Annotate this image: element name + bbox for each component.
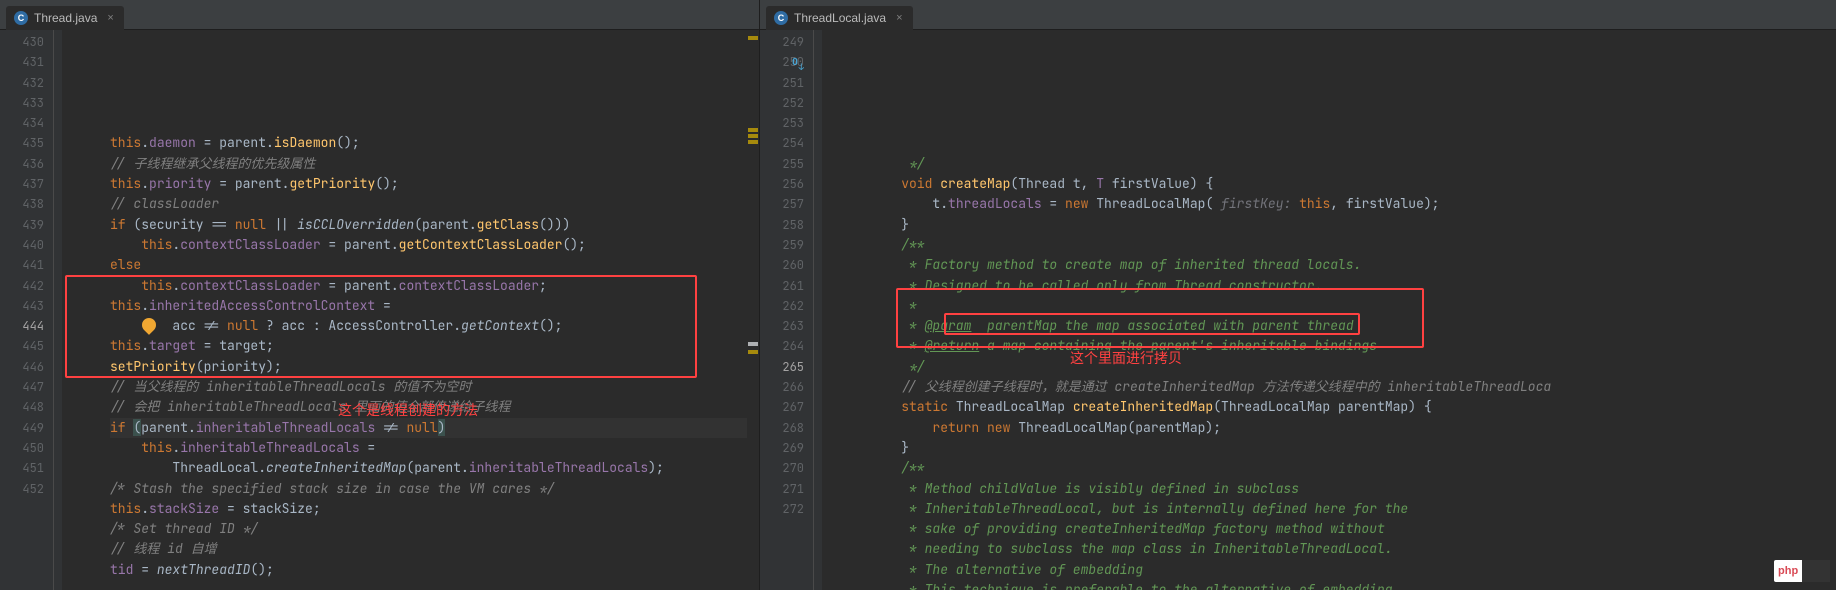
code-line[interactable]: /** (870, 458, 1836, 478)
code-line[interactable]: // 线程 id 自增 (110, 539, 759, 559)
close-icon[interactable]: × (107, 12, 113, 24)
code-line[interactable]: // 父线程创建子线程时，就是通过 createInheritedMap 方法传… (870, 377, 1836, 397)
code-line[interactable]: */ (870, 154, 1836, 174)
code-line[interactable]: else (110, 255, 759, 275)
tab-bar-left: C Thread.java × (0, 0, 759, 30)
editor-pane-right: C ThreadLocal.java × 2492502512522532542… (760, 0, 1836, 590)
editor-right[interactable]: 2492502512522532542552562572582592602612… (760, 30, 1836, 590)
fold-guide (53, 30, 54, 590)
java-class-icon: C (14, 11, 28, 25)
close-icon[interactable]: × (896, 12, 902, 24)
tab-thread-java[interactable]: C Thread.java × (6, 6, 124, 30)
gutter-right: 2492502512522532542552562572582592602612… (760, 30, 822, 590)
code-line[interactable]: t.threadLocals = new ThreadLocalMap( fir… (870, 194, 1836, 214)
code-line[interactable]: this.daemon = parent.isDaemon(); (110, 133, 759, 153)
stripe-mark[interactable] (748, 350, 758, 354)
code-line[interactable]: this.stackSize = stackSize; (110, 499, 759, 519)
code-line[interactable]: // 当父线程的 inheritableThreadLocals 的值不为空时 (110, 377, 759, 397)
java-class-icon: C (774, 11, 788, 25)
editor-left[interactable]: 4304314324334344354364374384394404414424… (0, 30, 759, 590)
tab-bar-right: C ThreadLocal.java × (760, 0, 1836, 30)
code-line[interactable]: } (870, 215, 1836, 235)
error-stripe-left[interactable] (747, 30, 759, 590)
tab-label: ThreadLocal.java (794, 11, 886, 25)
stripe-mark[interactable] (748, 134, 758, 138)
editor-pane-left: C Thread.java × 430431432433434435436437… (0, 0, 760, 590)
php-watermark: php (1774, 560, 1830, 582)
code-line[interactable]: * InheritableThreadLocal, but is interna… (870, 499, 1836, 519)
fold-guide (813, 30, 814, 590)
code-line[interactable]: * This technique is preferable to the al… (870, 580, 1836, 590)
code-line[interactable]: this.target = target; (110, 336, 759, 356)
code-line[interactable]: * (870, 296, 1836, 316)
code-line[interactable]: * @return a map containing the parent's … (870, 336, 1836, 356)
code-line[interactable]: static ThreadLocalMap createInheritedMap… (870, 397, 1836, 417)
code-area-left[interactable]: 这个是线程创建的方法 this.daemon = parent.isDaemon… (62, 30, 759, 590)
code-line[interactable]: if (parent.inheritableThreadLocals != nu… (110, 418, 759, 438)
stripe-mark[interactable] (748, 140, 758, 144)
annotation-label-right: 这个里面进行拷贝 (1070, 348, 1182, 368)
code-line[interactable]: this.inheritableThreadLocals = (110, 438, 759, 458)
php-text: php (1774, 565, 1802, 577)
stripe-mark[interactable] (748, 128, 758, 132)
code-line[interactable]: if (security == null || isCCLOverridden(… (110, 215, 759, 235)
code-line[interactable]: */ (870, 357, 1836, 377)
code-line[interactable]: acc != null ? acc : AccessController.get… (110, 316, 759, 336)
code-line[interactable]: * Designed to be called only from Thread… (870, 276, 1836, 296)
code-line[interactable]: /* Set thread ID */ (110, 519, 759, 539)
code-line[interactable]: } (870, 438, 1836, 458)
code-line[interactable]: setPriority(priority); (110, 357, 759, 377)
code-line[interactable]: * Method childValue is visibly defined i… (870, 479, 1836, 499)
code-line[interactable]: ThreadLocal.createInheritedMap(parent.in… (110, 458, 759, 478)
code-line[interactable]: * needing to subclass the map class in I… (870, 539, 1836, 559)
code-line[interactable]: return new ThreadLocalMap(parentMap); (870, 418, 1836, 438)
php-block (1802, 560, 1830, 582)
code-line[interactable]: * The alternative of embedding (870, 560, 1836, 580)
code-line[interactable]: this.contextClassLoader = parent.context… (110, 276, 759, 296)
tab-label: Thread.java (34, 11, 97, 25)
code-line[interactable]: this.contextClassLoader = parent.getCont… (110, 235, 759, 255)
annotation-label-left: 这个是线程创建的方法 (338, 400, 478, 420)
code-line[interactable]: this.inheritedAccessControlContext = (110, 296, 759, 316)
code-area-right[interactable]: 这个里面进行拷贝 */ void createMap(Thread t, T f… (822, 30, 1836, 590)
code-line[interactable]: // 子线程继承父线程的优先级属性 (110, 154, 759, 174)
stripe-mark[interactable] (748, 36, 758, 40)
stripe-mark[interactable] (748, 342, 758, 346)
code-line[interactable]: /* Stash the specified stack size in cas… (110, 479, 759, 499)
code-line[interactable]: void createMap(Thread t, T firstValue) { (870, 174, 1836, 194)
code-line[interactable]: this.priority = parent.getPriority(); (110, 174, 759, 194)
override-gutter-icon[interactable] (788, 55, 802, 69)
tab-threadlocal-java[interactable]: C ThreadLocal.java × (766, 6, 913, 30)
gutter-left: 4304314324334344354364374384394404414424… (0, 30, 62, 590)
code-line[interactable]: * sake of providing createInheritedMap f… (870, 519, 1836, 539)
code-line[interactable]: * @param parentMap the map associated wi… (870, 316, 1836, 336)
code-line[interactable]: tid = nextThreadID(); (110, 560, 759, 580)
code-line[interactable]: // classLoader (110, 194, 759, 214)
code-line[interactable]: /** (870, 235, 1836, 255)
code-line[interactable]: * Factory method to create map of inheri… (870, 255, 1836, 275)
